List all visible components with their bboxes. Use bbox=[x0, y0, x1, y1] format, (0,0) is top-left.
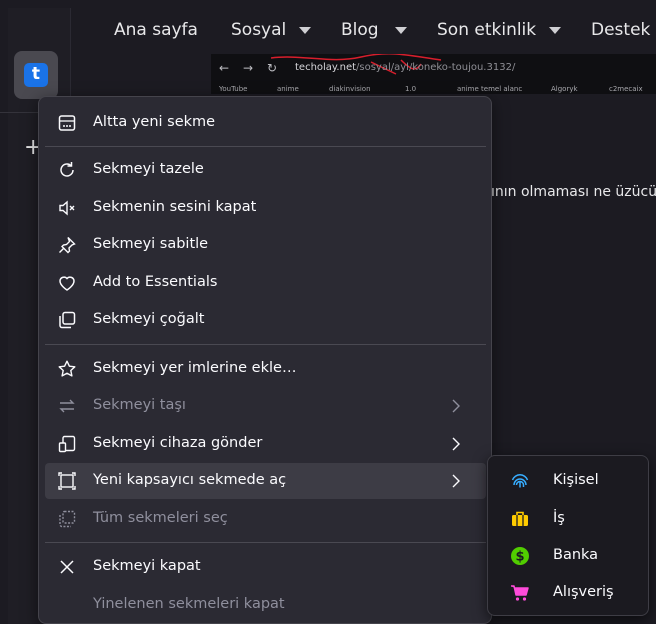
container-shopping[interactable]: Alışveriş bbox=[492, 576, 644, 610]
nav-support[interactable]: Destek bbox=[591, 20, 650, 40]
send-to-device-icon bbox=[58, 435, 76, 453]
tab-context-menu: Altta yeni sekme Sekmeyi tazele Sekmenin… bbox=[38, 96, 492, 624]
shot-bookmark: anime temel alanc bbox=[457, 85, 523, 93]
menu-separator bbox=[45, 146, 486, 147]
menu-item-label: Sekmeyi tazele bbox=[93, 161, 204, 177]
shot-url-host: techolay.net bbox=[295, 62, 357, 73]
container-icon bbox=[58, 472, 76, 490]
menu-item-pin-tab[interactable]: Sekmeyi sabitle bbox=[45, 227, 486, 263]
fingerprint-icon bbox=[511, 474, 529, 488]
menu-separator bbox=[45, 344, 486, 345]
close-icon bbox=[60, 560, 74, 574]
techolay-logo-icon: t bbox=[24, 63, 48, 87]
dollar-icon: $ bbox=[511, 547, 529, 565]
container-banking[interactable]: $ Banka bbox=[492, 539, 644, 573]
container-label: Kişisel bbox=[553, 472, 599, 488]
shot-url: techolay.net/sosyal/ayl/koneko-toujou.31… bbox=[295, 62, 515, 73]
shot-back-icon: ← bbox=[219, 61, 230, 75]
menu-item-label: Sekmeyi cihaza gönder bbox=[93, 435, 263, 451]
page-body-text: ının olmaması ne üzücü. bbox=[491, 184, 656, 200]
menu-item-send-to-device[interactable]: Sekmeyi cihaza gönder bbox=[45, 426, 486, 462]
shot-bookmark: c2mecaix bbox=[609, 85, 643, 93]
menu-item-select-all-tabs: Tüm sekmeleri seç bbox=[45, 501, 486, 537]
menu-item-label: Add to Essentials bbox=[93, 274, 218, 290]
menu-item-close-tab[interactable]: Sekmeyi kapat bbox=[45, 549, 486, 585]
shot-url-path: /sosyal/ayl/koneko-toujou.3132/ bbox=[356, 62, 516, 73]
svg-text:$: $ bbox=[515, 550, 524, 565]
pin-icon bbox=[59, 237, 76, 254]
container-submenu: Kişisel İş $ Banka Alışveriş bbox=[487, 455, 649, 616]
menu-item-label: Yeni kapsayıcı sekmede aç bbox=[93, 472, 287, 488]
menu-item-move-tab: Sekmeyi taşı bbox=[45, 388, 486, 424]
container-personal[interactable]: Kişisel bbox=[492, 464, 644, 498]
mute-icon bbox=[59, 200, 75, 216]
shot-bookmark: anime bbox=[277, 85, 299, 93]
menu-item-label: Sekmeyi taşı bbox=[93, 397, 186, 413]
chevron-right-icon bbox=[452, 437, 460, 451]
container-work[interactable]: İş bbox=[492, 502, 644, 536]
nav-blog[interactable]: Blog bbox=[341, 20, 379, 40]
shot-reload-icon: ↻ bbox=[267, 61, 278, 75]
menu-item-mute-tab[interactable]: Sekmenin sesini kapat bbox=[45, 190, 486, 226]
active-tab[interactable]: t bbox=[14, 51, 58, 99]
shot-bookmark: YouTube bbox=[219, 85, 248, 93]
menu-item-label: Sekmenin sesini kapat bbox=[93, 199, 257, 215]
reload-icon bbox=[60, 162, 74, 177]
menu-item-label: Sekmeyi kapat bbox=[93, 558, 201, 574]
menu-item-open-in-container[interactable]: Yeni kapsayıcı sekmede aç bbox=[45, 463, 486, 499]
shot-forward-icon: → bbox=[243, 61, 254, 75]
site-navbar: Ana sayfa Sosyal Blog Son etkinlik Deste… bbox=[96, 0, 656, 56]
shot-bookmark: Algoryk bbox=[551, 85, 578, 93]
menu-item-label: Tüm sekmeleri seç bbox=[93, 510, 228, 526]
shot-bookmark: 1.0 bbox=[405, 85, 417, 93]
duplicate-icon bbox=[59, 311, 76, 329]
shot-bookmark: diakinvision bbox=[329, 85, 371, 93]
cart-icon bbox=[511, 585, 529, 601]
star-icon bbox=[58, 360, 76, 377]
nav-home[interactable]: Ana sayfa bbox=[114, 20, 198, 40]
chevron-right-icon bbox=[452, 474, 460, 488]
embedded-screenshot: ← → ↻ techolay.net/sosyal/ayl/koneko-tou… bbox=[211, 54, 656, 94]
select-all-icon bbox=[59, 510, 76, 528]
menu-item-label: Sekmeyi sabitle bbox=[93, 236, 209, 252]
menu-item-duplicate-tab[interactable]: Sekmeyi çoğalt bbox=[45, 302, 486, 338]
menu-item-close-duplicate-tabs: Yinelenen sekmeleri kapat bbox=[45, 587, 486, 623]
menu-item-label: Sekmeyi yer imlerine ekle… bbox=[93, 360, 297, 376]
nav-recent-activity[interactable]: Son etkinlik bbox=[437, 20, 536, 40]
nav-activity-dropdown-icon[interactable] bbox=[549, 27, 561, 34]
container-label: Alışveriş bbox=[553, 584, 614, 600]
menu-item-label: Yinelenen sekmeleri kapat bbox=[93, 596, 285, 612]
nav-social-dropdown-icon[interactable] bbox=[299, 27, 311, 34]
nav-social[interactable]: Sosyal bbox=[231, 20, 286, 40]
menu-item-new-tab-below[interactable]: Altta yeni sekme bbox=[45, 105, 486, 141]
menu-item-label: Sekmeyi çoğalt bbox=[93, 311, 205, 327]
menu-item-reload-tab[interactable]: Sekmeyi tazele bbox=[45, 152, 486, 188]
move-icon bbox=[59, 399, 75, 413]
menu-separator bbox=[45, 542, 486, 543]
briefcase-icon bbox=[512, 511, 528, 526]
menu-item-bookmark-tab[interactable]: Sekmeyi yer imlerine ekle… bbox=[45, 351, 486, 387]
chevron-right-icon bbox=[452, 399, 460, 413]
new-tab-below-icon bbox=[58, 115, 76, 131]
heart-icon bbox=[59, 276, 75, 291]
menu-item-label: Altta yeni sekme bbox=[93, 114, 216, 130]
container-label: İş bbox=[553, 510, 565, 526]
menu-item-add-to-essentials[interactable]: Add to Essentials bbox=[45, 265, 486, 301]
container-label: Banka bbox=[553, 547, 599, 563]
nav-blog-dropdown-icon[interactable] bbox=[395, 27, 407, 34]
